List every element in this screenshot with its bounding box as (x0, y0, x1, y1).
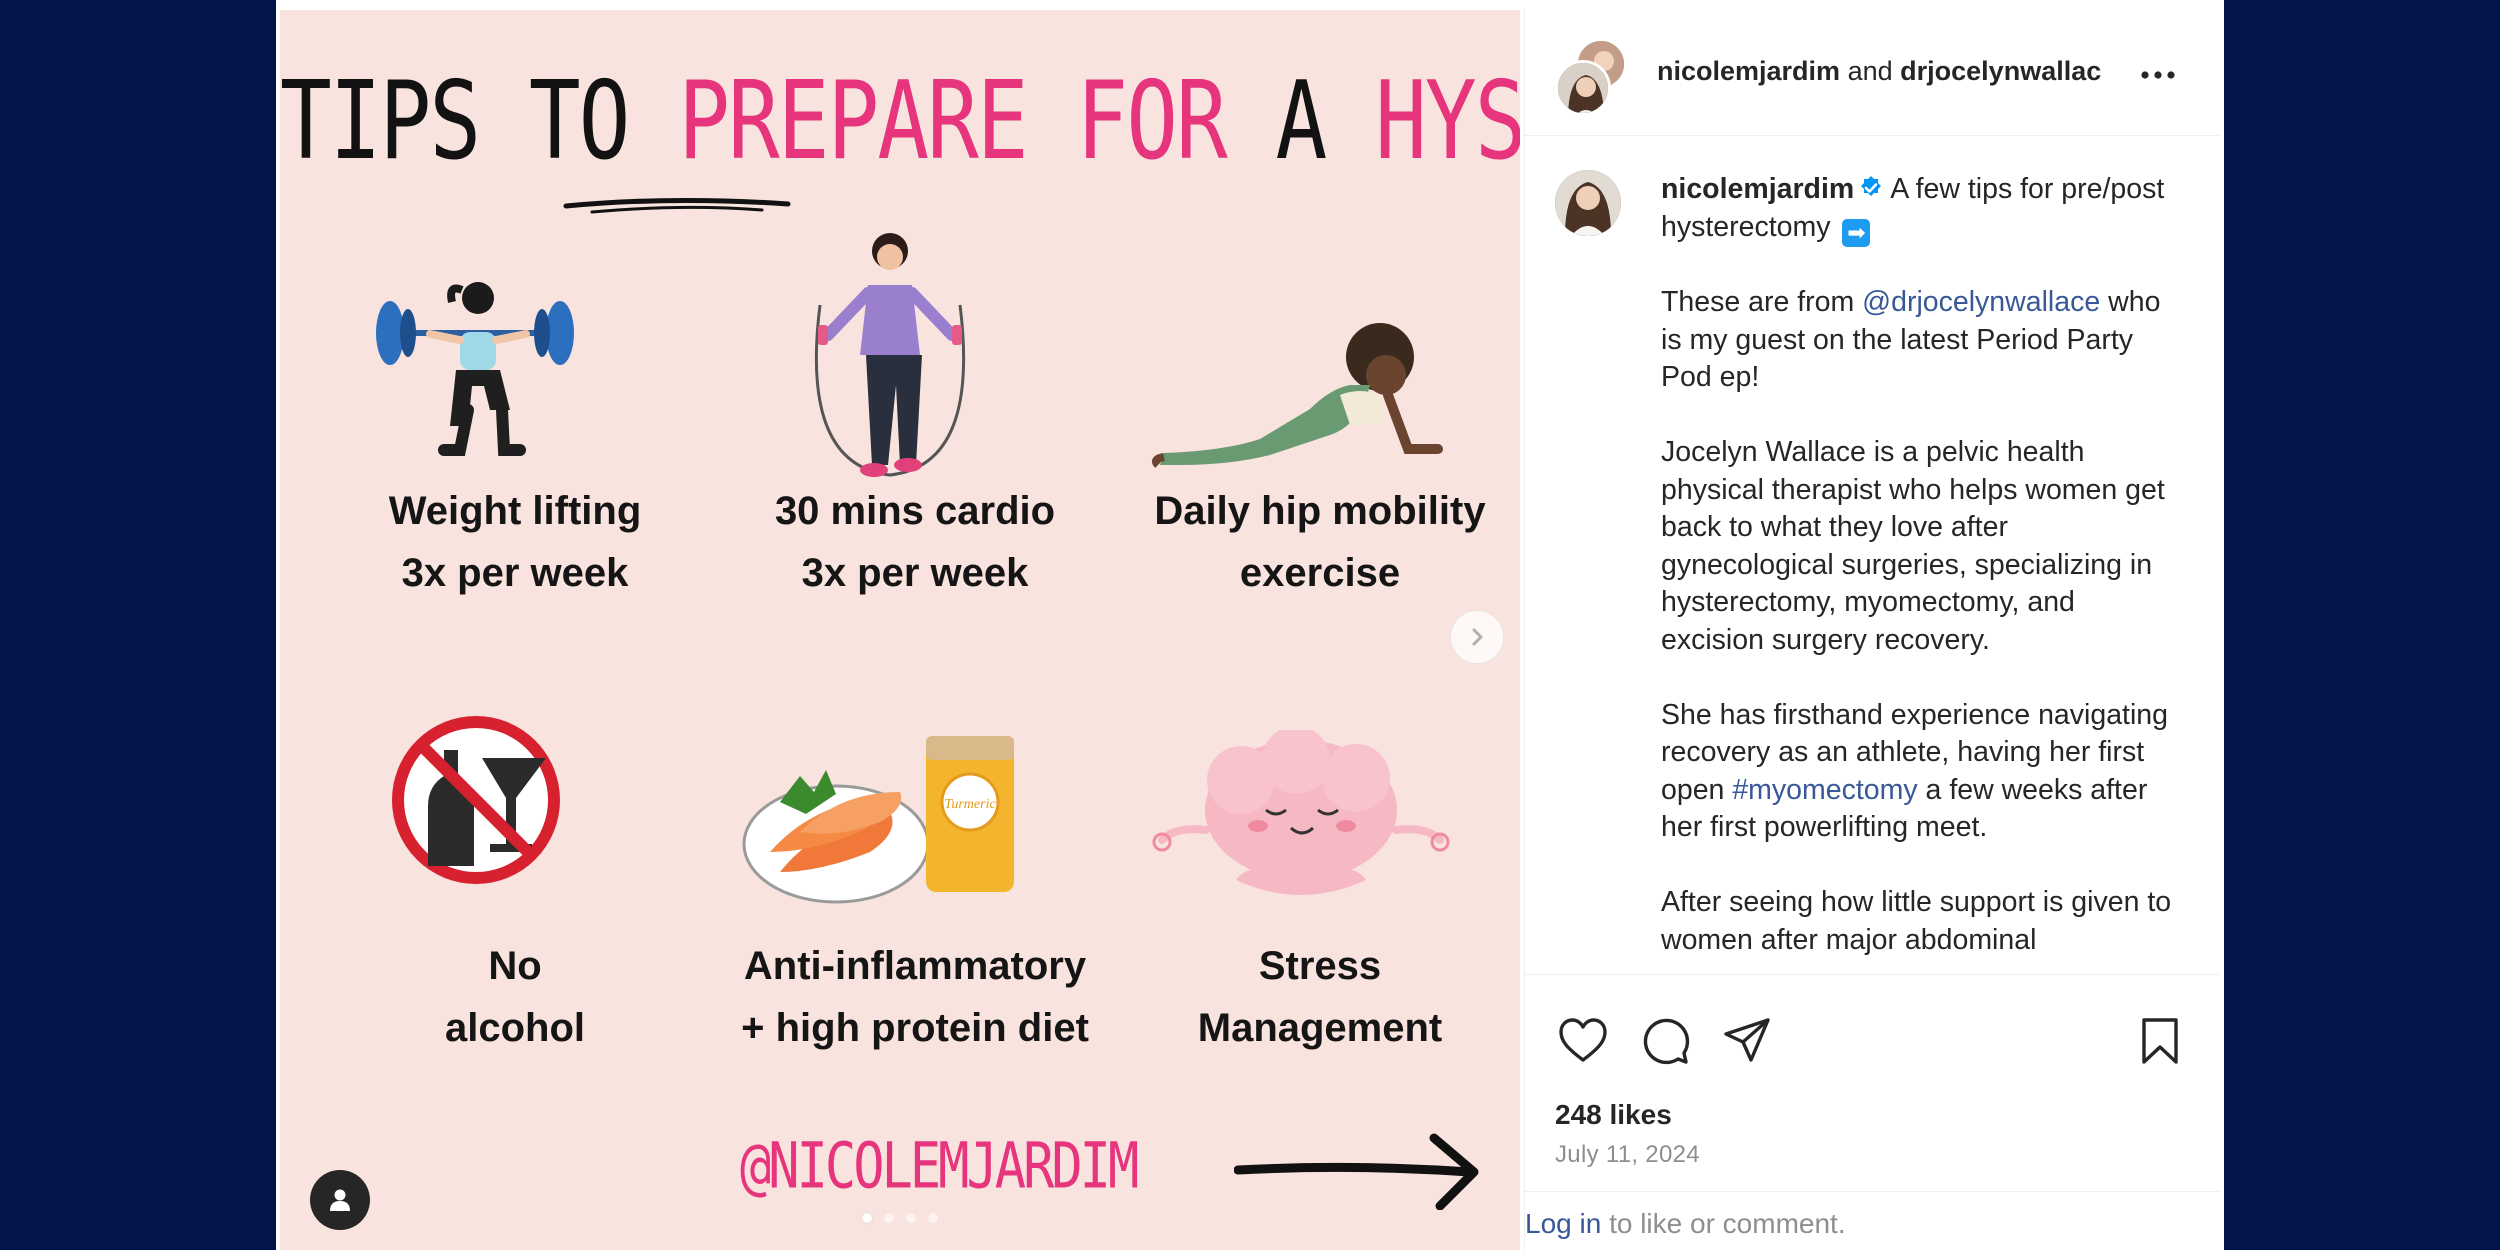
caption-paragraph-2: Jocelyn Wallace is a pelvic health physi… (1661, 436, 2165, 656)
caption-avatar[interactable] (1555, 170, 1621, 236)
tip-label: 30 mins cardio (774, 489, 1056, 533)
carousel-dot (884, 1213, 894, 1223)
tip-label: + high protein diet (741, 1006, 1089, 1050)
tip-label: exercise (1239, 551, 1401, 595)
post-date[interactable]: July 11, 2024 (1555, 1141, 1700, 1169)
jump-rope-illustration (814, 233, 966, 477)
tagged-users-button[interactable] (310, 1170, 370, 1230)
meditating-brain-illustration (1152, 730, 1450, 895)
tip-label: alcohol (444, 1006, 586, 1050)
title-tips-to: TIPS TO (280, 59, 630, 185)
carousel-dot (928, 1213, 938, 1223)
likes-count[interactable]: 248 likes (1555, 1099, 1672, 1131)
share-send-icon[interactable] (1721, 1015, 1773, 1067)
post-image[interactable]: TIPS TO PREPARE FOR A HYSTERECTOMY Weigh… (280, 10, 1520, 1250)
profile-photo-icon (1555, 170, 1621, 236)
carousel-dot (906, 1213, 916, 1223)
jar-label: Turmeric (944, 797, 996, 812)
caption-text-segment: These are from (1661, 286, 1855, 318)
tip-label: Daily hip mobility (1154, 489, 1486, 533)
hashtag-link[interactable]: #myomectomy (1732, 774, 1917, 806)
tip-hip-mobility: Daily hip mobility exercise (1120, 480, 1520, 604)
avatar[interactable] (1555, 60, 1611, 116)
collab-avatars[interactable] (1555, 38, 1631, 116)
tip-label: Weight lifting (388, 489, 642, 533)
caption-scroll-area[interactable]: nicolemjardim A few tips for pre/post hys… (1525, 137, 2219, 974)
caption-text: nicolemjardim A few tips for pre/post hys… (1661, 171, 2181, 974)
carousel-dot-active (862, 1213, 872, 1223)
poster-title: TIPS TO PREPARE FOR A HYSTERECTOMY (280, 68, 1520, 176)
tip-no-alcohol: No alcohol (320, 935, 710, 1059)
login-link[interactable]: Log in (1525, 1208, 1601, 1239)
swipe-arrow-graphic (1234, 1133, 1479, 1210)
no-alcohol-icon (392, 716, 560, 884)
tip-stress-management: Stress Management (1120, 935, 1520, 1059)
weightlifting-illustration (376, 282, 574, 456)
tip-cardio: 30 mins cardio 3x per week (720, 480, 1110, 604)
header-joiner: and (1847, 56, 1893, 86)
tip-label: 3x per week (401, 551, 629, 595)
tip-label: 3x per week (801, 551, 1029, 595)
poster-handle: @NICOLEMJARDIM (740, 1130, 1139, 1204)
caption-intro: nicolemjardim A few tips for pre/post hys… (1661, 171, 2181, 247)
tip-label: No (488, 944, 542, 988)
post-sidebar: nicolemjardim and drjocelynwallac nicole… (1524, 10, 2219, 1250)
header-user2-link[interactable]: drjocelynwallac (1900, 56, 2101, 86)
cobra-stretch-illustration (1152, 323, 1443, 468)
caption-username-link[interactable]: nicolemjardim (1661, 173, 1854, 205)
salmon-turmeric-illustration: Turmeric (742, 736, 1014, 904)
heart-icon[interactable] (1557, 1015, 1609, 1067)
verified-badge-icon (1861, 176, 1882, 196)
instagram-embed: TIPS TO PREPARE FOR A HYSTERECTOMY Weigh… (276, 0, 2224, 1250)
tip-label: Anti-inflammatory (743, 944, 1087, 988)
caption-paragraph-4: After seeing how little support is given… (1661, 886, 2172, 956)
comment-icon[interactable] (1639, 1015, 1691, 1067)
title-prepare-for: PREPARE FOR (678, 59, 1228, 185)
tip-weight-lifting: Weight lifting 3x per week (320, 480, 710, 604)
post-actions: 248 likes July 11, 2024 Log in to like o… (1525, 974, 2219, 1250)
tip-label: Stress (1258, 944, 1382, 988)
tip-label: Management (1197, 1006, 1443, 1050)
person-icon (330, 1189, 350, 1211)
profile-photo-icon (1558, 63, 1608, 113)
title-underline (563, 197, 791, 214)
chevron-right-icon (1472, 628, 1483, 646)
title-a: A (1275, 59, 1328, 185)
more-options-icon[interactable] (2139, 56, 2177, 94)
title-hysterectomy: HYSTERECTOMY (1375, 59, 1520, 185)
carousel-dots (862, 1213, 938, 1223)
post-header: nicolemjardim and drjocelynwallac (1525, 10, 2219, 136)
caption-paragraph-3: She has firsthand experience navigating … (1661, 697, 2181, 847)
right-arrow-emoji-icon: ➡ (1842, 218, 1871, 247)
tip-diet: Anti-inflammatory + high protein diet (705, 935, 1125, 1059)
caption-paragraph-1: These are from @drjocelynwallace who is … (1661, 284, 2181, 397)
header-user1-link[interactable]: nicolemjardim (1657, 56, 1840, 86)
header-usernames: nicolemjardim and drjocelynwallac (1657, 56, 2112, 87)
login-prompt: Log in to like or comment. (1525, 1191, 2219, 1250)
login-prompt-text: to like or comment. (1609, 1208, 1846, 1239)
bookmark-icon[interactable] (2137, 1015, 2183, 1067)
mention-link[interactable]: @drjocelynwallace (1862, 286, 2100, 318)
carousel-next-button[interactable] (1450, 610, 1504, 664)
